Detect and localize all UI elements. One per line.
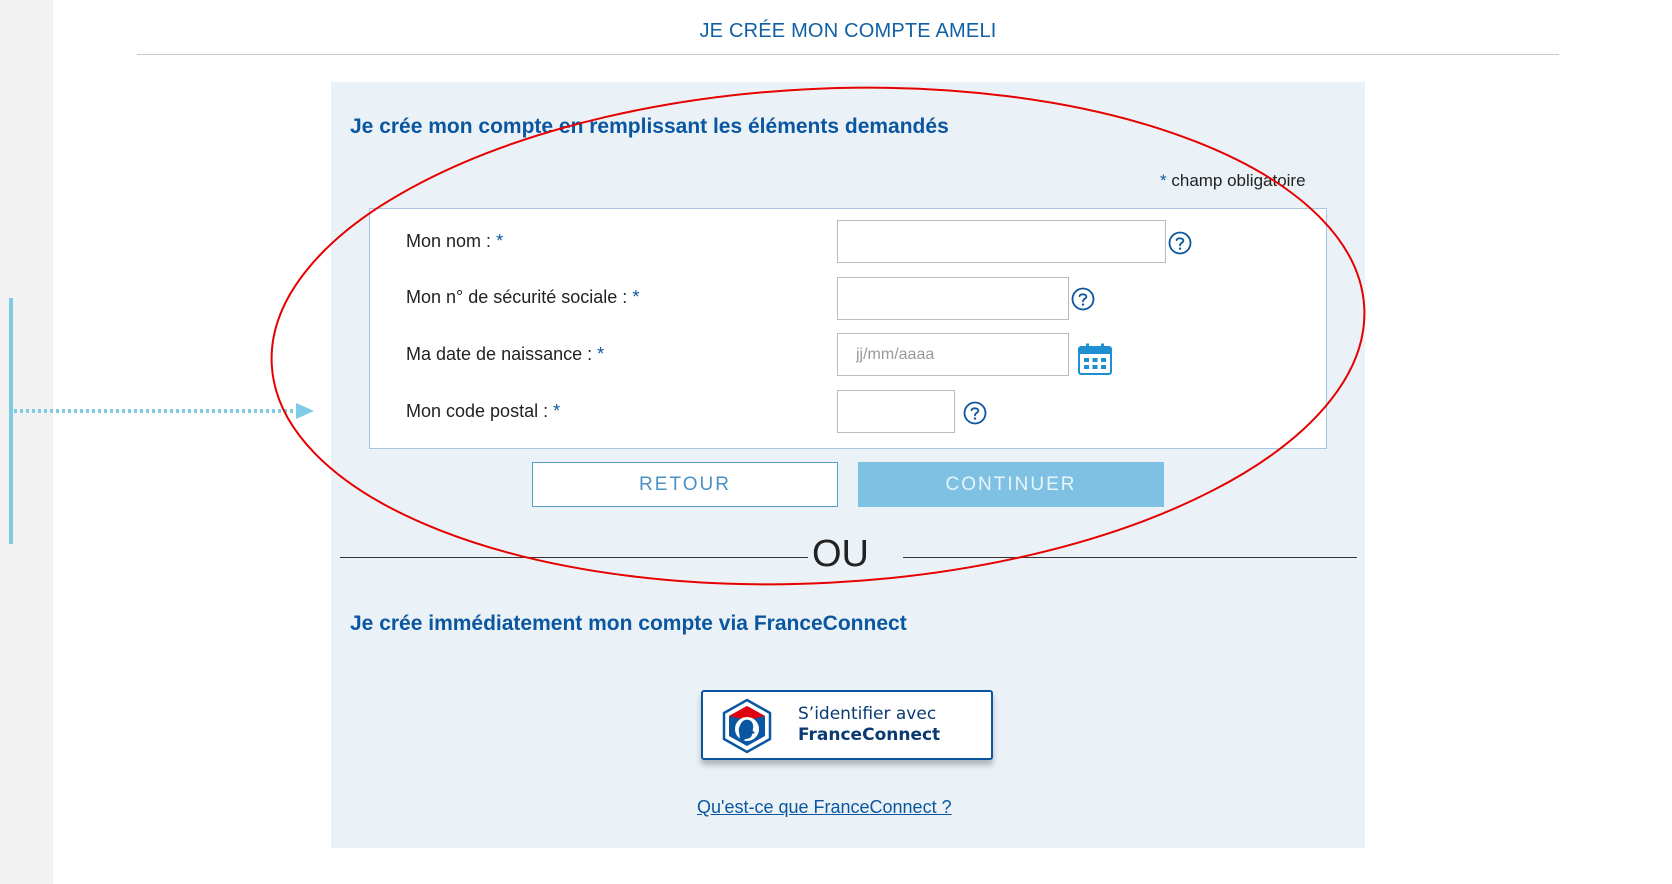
field-label-text: Mon nom :	[406, 231, 492, 251]
date-naissance-input[interactable]	[837, 333, 1069, 376]
nom-input[interactable]	[837, 220, 1166, 263]
annotation-side-bar	[9, 298, 13, 544]
separator-line-right	[903, 557, 1357, 558]
code-postal-input[interactable]	[837, 390, 955, 433]
page: JE CRÉE MON COMPTE AMELI Je crée mon com…	[0, 0, 1672, 884]
required-star: *	[496, 231, 504, 251]
field-label-nom: Mon nom : *	[406, 231, 503, 252]
calendar-icon[interactable]	[1078, 343, 1112, 375]
required-note-text: champ obligatoire	[1171, 171, 1306, 190]
franceconnect-logo-icon	[722, 698, 772, 754]
franceconnect-button[interactable]: S’identifier avec FranceConnect	[701, 690, 993, 760]
franceconnect-button-text: S’identifier avec FranceConnect	[798, 704, 940, 746]
help-icon[interactable]	[1167, 230, 1193, 256]
field-label-text: Mon code postal :	[406, 401, 549, 421]
required-star: *	[632, 287, 640, 307]
help-icon[interactable]	[1070, 286, 1096, 312]
help-icon[interactable]	[962, 400, 988, 426]
securite-sociale-input[interactable]	[837, 277, 1069, 320]
back-button[interactable]: RETOUR	[532, 462, 838, 507]
page-title: JE CRÉE MON COMPTE AMELI	[699, 20, 997, 42]
required-field-note: * champ obligatoire	[1160, 171, 1306, 191]
separator-line-left	[340, 557, 808, 558]
franceconnect-button-line1: S’identifier avec	[798, 704, 937, 724]
franceconnect-heading: Je crée immédiatement mon compte via Fra…	[350, 612, 907, 635]
required-star: *	[553, 401, 561, 421]
title-divider	[137, 54, 1559, 55]
field-label-date-naissance: Ma date de naissance : *	[406, 344, 604, 365]
field-label-securite-sociale: Mon n° de sécurité sociale : *	[406, 287, 639, 308]
franceconnect-info-link[interactable]: Qu'est-ce que FranceConnect ?	[697, 797, 952, 818]
continue-button[interactable]: CONTINUER	[858, 462, 1164, 507]
separator-text: OU	[812, 533, 869, 575]
field-label-text: Ma date de naissance :	[406, 344, 593, 364]
required-star: *	[597, 344, 605, 364]
field-label-code-postal: Mon code postal : *	[406, 401, 560, 422]
franceconnect-button-line2: FranceConnect	[798, 725, 941, 745]
required-star: *	[1160, 171, 1167, 190]
form-section-heading: Je crée mon compte en remplissant les él…	[350, 115, 949, 138]
field-label-text: Mon n° de sécurité sociale :	[406, 287, 628, 307]
